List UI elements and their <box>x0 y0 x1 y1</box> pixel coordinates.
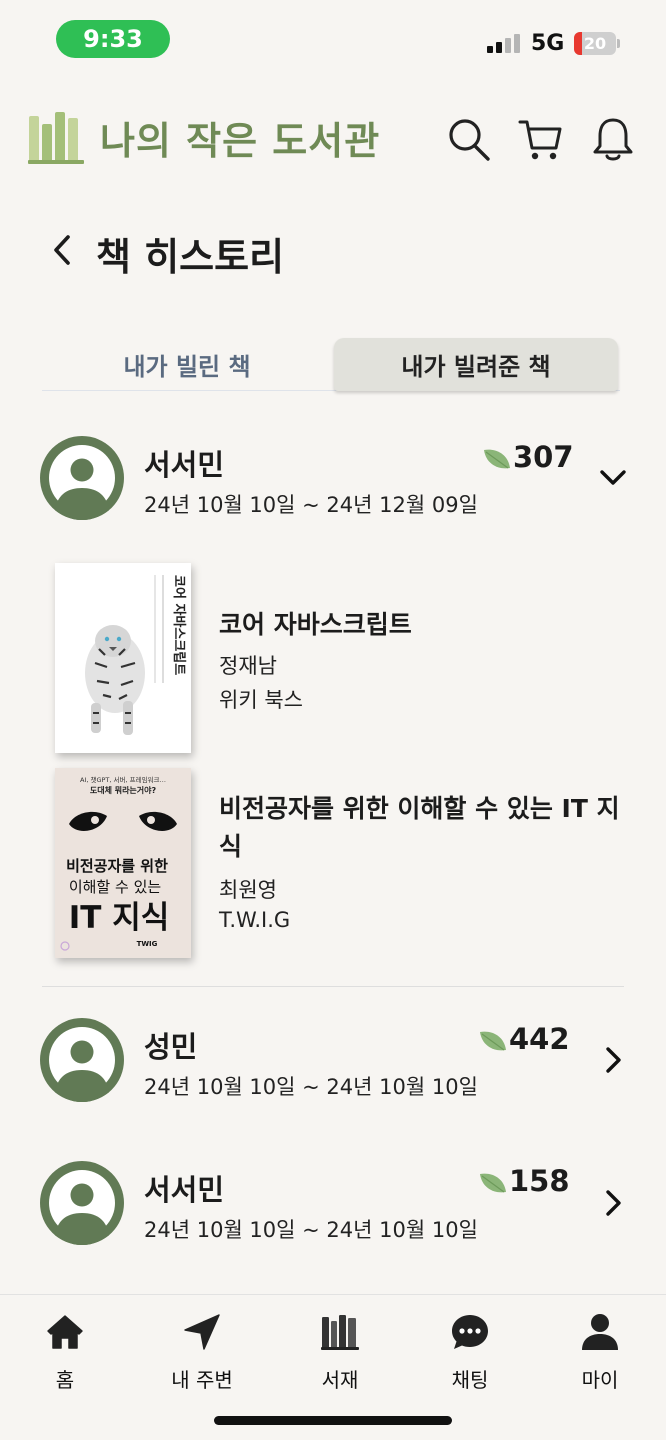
cover-title-line: 비전공자를 위한 <box>66 857 168 875</box>
leaf-icon <box>480 1173 506 1193</box>
avatar-icon <box>40 1161 124 1245</box>
lending-period: 24년 10월 10일 ~ 24년 10월 10일 <box>144 1075 478 1099</box>
nav-label: 내 주변 <box>171 1368 233 1392</box>
nav-home[interactable]: 홈 <box>10 1312 120 1393</box>
book-cover-it-knowledge: AI, 챗GPT, 서버, 프레임워크… 도대체 뭐라는거야? 비전공자를 위한… <box>55 768 191 958</box>
leaf-icon <box>484 449 510 469</box>
home-icon <box>47 1315 83 1349</box>
divider <box>42 986 624 987</box>
book-publisher: 위키 북스 <box>219 688 303 712</box>
cover-spine-title: 코어 자바스크립트 <box>171 575 187 675</box>
bookshelf-icon <box>321 1315 359 1350</box>
lender-name: 서서민 <box>144 448 225 482</box>
bell-icon[interactable] <box>591 116 635 162</box>
person-icon <box>582 1314 618 1350</box>
nav-label: 서재 <box>321 1368 359 1392</box>
bottom-nav-divider <box>0 1294 666 1295</box>
home-indicator[interactable] <box>214 1416 452 1425</box>
nav-library[interactable]: 서재 <box>285 1312 395 1393</box>
app-title: 나의 작은 도서관 <box>100 119 381 163</box>
battery-percent: 20 <box>583 34 607 53</box>
lender-name: 서서민 <box>144 1173 225 1207</box>
library-logo-icon <box>28 112 84 164</box>
location-arrow-icon <box>184 1314 220 1350</box>
tab-borrowed-books[interactable]: 내가 빌린 책 <box>42 338 332 391</box>
network-type: 5G <box>531 31 565 56</box>
chat-bubble-icon <box>452 1315 488 1349</box>
tab-lent-books[interactable]: 내가 빌려준 책 <box>334 338 618 391</box>
lender-name: 성민 <box>144 1030 198 1064</box>
avatar-icon <box>40 1018 124 1102</box>
status-time: 9:33 <box>56 20 170 58</box>
points-value: 442 <box>509 1022 570 1056</box>
cart-icon[interactable] <box>518 116 562 162</box>
cover-tagline: 도대체 뭐라는거야? <box>90 785 157 795</box>
back-chevron-icon[interactable] <box>48 232 78 268</box>
lending-period: 24년 10월 10일 ~ 24년 10월 10일 <box>144 1218 478 1242</box>
chevron-right-icon[interactable] <box>598 1045 628 1075</box>
signal-strength-icon <box>487 34 520 53</box>
nav-my[interactable]: 마이 <box>545 1312 655 1393</box>
battery-icon: 20 <box>574 32 616 55</box>
book-publisher: T.W.I.G <box>219 908 291 932</box>
book-author: 정재남 <box>219 654 277 678</box>
points-value: 307 <box>513 440 574 474</box>
page-title: 책 히스토리 <box>96 235 285 279</box>
cover-title-line: IT 지식 <box>69 900 170 936</box>
chevron-right-icon[interactable] <box>598 1188 628 1218</box>
book-title: 비전공자를 위한 이해할 수 있는 IT 지식 <box>219 794 620 861</box>
search-icon[interactable] <box>447 116 491 162</box>
chevron-down-icon[interactable] <box>598 462 628 492</box>
lending-period: 24년 10월 10일 ~ 24년 12월 09일 <box>144 493 478 517</box>
battery-tip <box>617 39 620 48</box>
cover-title-line: 이해할 수 있는 <box>69 878 162 896</box>
leaf-icon <box>480 1031 506 1051</box>
nav-label: 마이 <box>581 1368 619 1392</box>
nav-label: 채팅 <box>451 1368 489 1392</box>
nav-nearby[interactable]: 내 주변 <box>147 1312 257 1393</box>
nav-chat[interactable]: 채팅 <box>415 1312 525 1393</box>
points-value: 158 <box>509 1164 570 1198</box>
cover-publisher-mark: TWIG <box>137 940 158 948</box>
book-author: 최원영 <box>219 878 277 902</box>
book-title: 코어 자바스크립트 <box>219 610 412 639</box>
avatar-icon <box>40 436 124 520</box>
nav-label: 홈 <box>55 1368 75 1392</box>
book-cover-core-javascript: 코어 자바스크립트 <box>55 563 191 753</box>
cover-tagline: AI, 챗GPT, 서버, 프레임워크… <box>80 775 166 784</box>
